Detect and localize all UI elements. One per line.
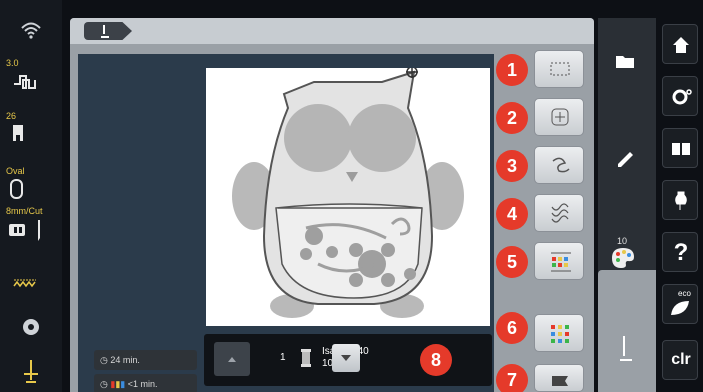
color-count: 10 bbox=[617, 236, 628, 246]
color-overview-button[interactable] bbox=[534, 314, 584, 352]
main-panel: ◷ 24 min. ◷ ▮▮▮ <1 min. 1 Isacord 40 103… bbox=[70, 18, 594, 392]
thread-badge: 8 bbox=[420, 344, 452, 376]
stitch-pattern-button[interactable] bbox=[534, 194, 584, 232]
folder-icon[interactable] bbox=[614, 52, 636, 70]
tool-badge: 2 bbox=[496, 102, 528, 134]
hoop-size: 8mm/Cut bbox=[6, 206, 43, 216]
needle-icon bbox=[620, 336, 632, 361]
eco-button[interactable]: eco bbox=[662, 284, 698, 324]
center-position-button[interactable] bbox=[534, 98, 584, 136]
color-grid-icon bbox=[551, 325, 569, 343]
dress-form-icon bbox=[675, 191, 687, 210]
color-sequence-button[interactable] bbox=[534, 242, 584, 280]
owl-design-image bbox=[232, 66, 464, 318]
stitch-length-value: 3.0 bbox=[6, 58, 19, 68]
hoop-icon[interactable] bbox=[0, 178, 62, 205]
knot-pattern-icon bbox=[551, 203, 569, 223]
leaf-icon bbox=[671, 301, 689, 315]
center-icon bbox=[551, 108, 569, 126]
stitch-pattern-icon[interactable] bbox=[0, 70, 62, 97]
consultant-button[interactable] bbox=[662, 180, 698, 220]
home-icon bbox=[673, 37, 689, 53]
edit-pencil-icon[interactable] bbox=[614, 146, 636, 168]
stitch-preview-icon bbox=[0, 276, 62, 297]
title-strip bbox=[70, 18, 594, 44]
clock-icon: ◷ bbox=[100, 379, 108, 389]
bookmark-icon bbox=[552, 376, 568, 386]
color-time: <1 min. bbox=[127, 379, 158, 389]
bobbin-icon[interactable] bbox=[0, 316, 62, 343]
needle-plate-icon[interactable] bbox=[0, 218, 62, 249]
tutorial-button[interactable] bbox=[662, 128, 698, 168]
stitch-path-icon bbox=[552, 157, 570, 173]
tool-badge: 7 bbox=[496, 364, 528, 392]
single-color-button[interactable] bbox=[534, 364, 584, 392]
home-button[interactable] bbox=[662, 24, 698, 64]
stitch-path-button[interactable] bbox=[534, 146, 584, 184]
total-time: 24 min. bbox=[110, 355, 140, 365]
embroidery-foot-icon[interactable] bbox=[0, 360, 62, 392]
thread-down-button[interactable] bbox=[332, 344, 360, 372]
dashed-frame-icon bbox=[550, 62, 570, 76]
color-palette-icon[interactable] bbox=[610, 246, 636, 268]
question-mark-icon: ? bbox=[673, 239, 689, 266]
stitch-number: 26 bbox=[6, 111, 17, 121]
embroidery-tab[interactable] bbox=[598, 270, 656, 392]
color-time-box: ◷ ▮▮▮ <1 min. bbox=[94, 374, 197, 392]
clock-icon: ◷ bbox=[100, 355, 108, 365]
embroidery-preview[interactable] bbox=[206, 66, 490, 326]
tool-badge: 5 bbox=[496, 246, 528, 278]
wifi-icon bbox=[0, 16, 62, 45]
tool-badge: 1 bbox=[496, 54, 528, 86]
needle-mode-icon bbox=[101, 25, 109, 38]
thread-up-button[interactable] bbox=[214, 342, 250, 376]
presser-foot-icon[interactable] bbox=[0, 122, 62, 149]
color-sequence-icon bbox=[551, 252, 571, 272]
thread-spool-icon bbox=[301, 349, 311, 367]
book-icon bbox=[672, 143, 690, 155]
resize-hoop-button[interactable] bbox=[534, 50, 584, 88]
hoop-name: Oval bbox=[6, 166, 25, 176]
thread-index: 1 bbox=[280, 352, 286, 363]
gear-icon bbox=[672, 89, 692, 105]
total-time-box: ◷ 24 min. bbox=[94, 350, 197, 370]
clear-button[interactable]: clr bbox=[662, 340, 698, 380]
settings-button[interactable] bbox=[662, 76, 698, 116]
tool-badge: 3 bbox=[496, 150, 528, 182]
help-button[interactable]: ? bbox=[662, 232, 698, 272]
tool-badge: 6 bbox=[496, 312, 528, 344]
tool-badge: 4 bbox=[496, 198, 528, 230]
status-sidebar: 3.0 26 Oval 8mm/Cut bbox=[0, 0, 62, 392]
clear-label: clr bbox=[671, 351, 691, 368]
